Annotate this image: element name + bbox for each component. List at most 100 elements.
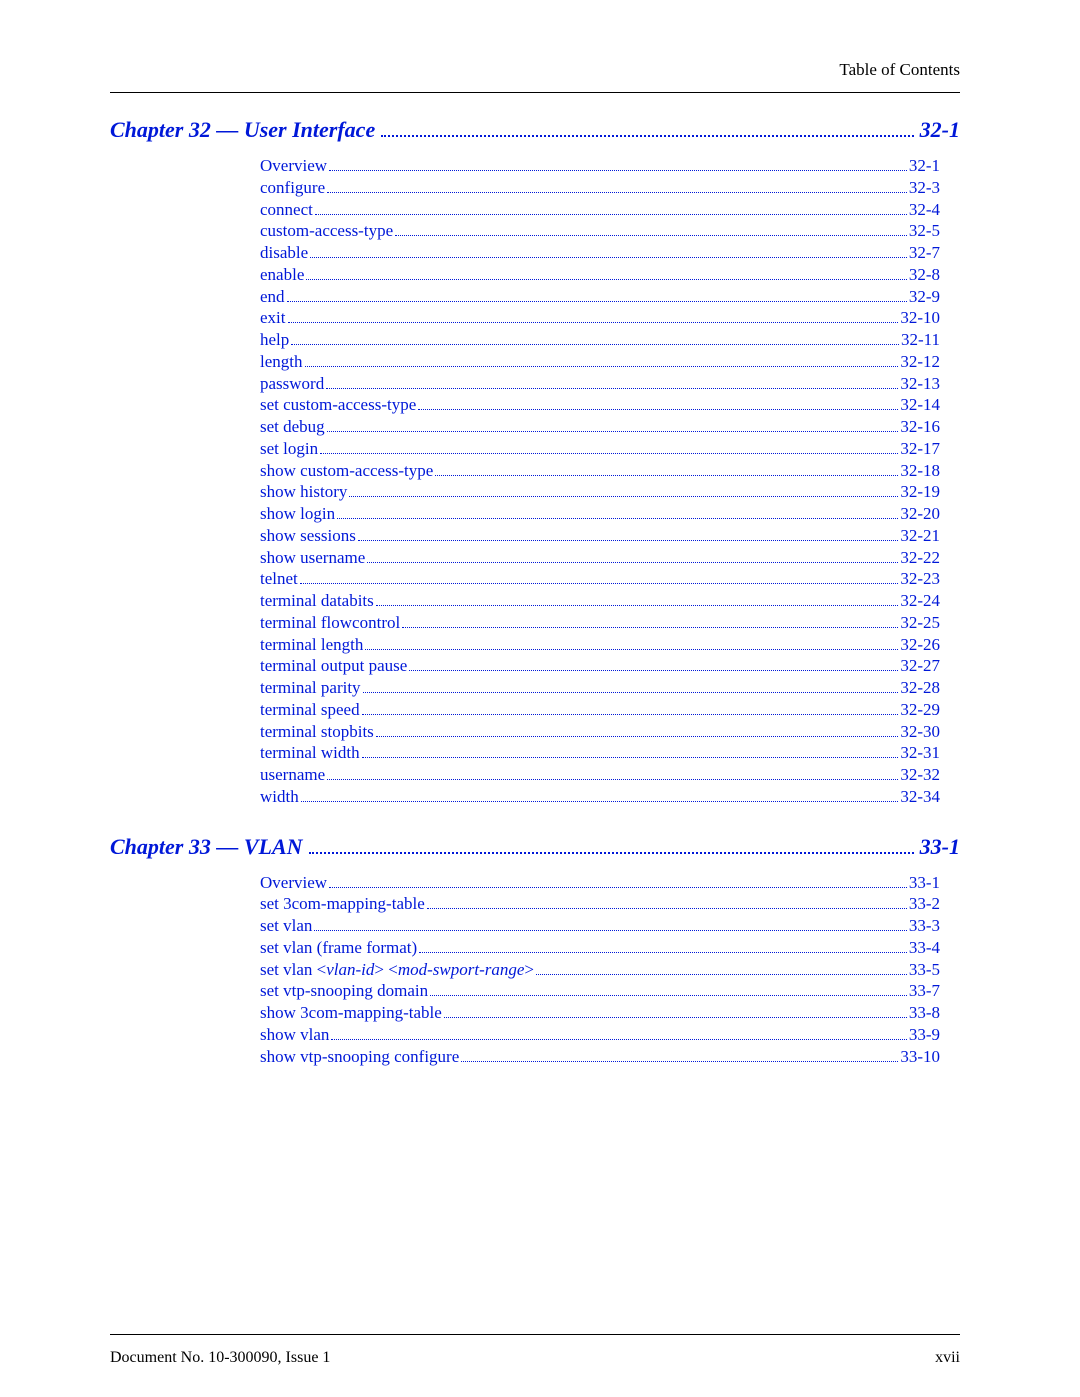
entry-title: terminal output pause bbox=[260, 655, 407, 677]
entry-title: custom-access-type bbox=[260, 220, 393, 242]
entry-dots bbox=[358, 540, 898, 541]
entry-dots bbox=[329, 170, 907, 171]
entry-dots bbox=[444, 1017, 907, 1018]
toc-entry[interactable]: set vlan (frame format)33-4 bbox=[260, 937, 940, 959]
toc-entry[interactable]: Overview32-1 bbox=[260, 155, 940, 177]
toc-entry[interactable]: terminal speed32-29 bbox=[260, 699, 940, 721]
entry-page: 32-4 bbox=[909, 199, 940, 221]
entry-dots bbox=[327, 192, 907, 193]
toc-entry[interactable]: set debug32-16 bbox=[260, 416, 940, 438]
toc-entry[interactable]: connect32-4 bbox=[260, 199, 940, 221]
toc-entry[interactable]: username32-32 bbox=[260, 764, 940, 786]
entry-page: 33-9 bbox=[909, 1024, 940, 1046]
toc-entry[interactable]: set vlan 33-3 bbox=[260, 915, 940, 937]
entry-dots bbox=[327, 431, 899, 432]
toc-entry[interactable]: help32-11 bbox=[260, 329, 940, 351]
toc-entry[interactable]: Overview33-1 bbox=[260, 872, 940, 894]
toc-entry[interactable]: set custom-access-type32-14 bbox=[260, 394, 940, 416]
toc-entry[interactable]: terminal length32-26 bbox=[260, 634, 940, 656]
toc-entry[interactable]: configure32-3 bbox=[260, 177, 940, 199]
entry-dots bbox=[306, 279, 906, 280]
toc-entry[interactable]: terminal width32-31 bbox=[260, 742, 940, 764]
entry-title: enable bbox=[260, 264, 304, 286]
toc-entry[interactable]: show username 32-22 bbox=[260, 547, 940, 569]
toc-entry[interactable]: show sessions 32-21 bbox=[260, 525, 940, 547]
toc-entry[interactable]: terminal parity32-28 bbox=[260, 677, 940, 699]
entry-page: 32-21 bbox=[900, 525, 940, 547]
entry-dots bbox=[331, 1039, 906, 1040]
toc-entry[interactable]: show 3com-mapping-table33-8 bbox=[260, 1002, 940, 1024]
toc-entry[interactable]: enable32-8 bbox=[260, 264, 940, 286]
entry-page: 32-22 bbox=[900, 547, 940, 569]
entry-page: 32-10 bbox=[900, 307, 940, 329]
entry-page: 33-10 bbox=[900, 1046, 940, 1068]
toc-entry[interactable]: terminal stopbits32-30 bbox=[260, 721, 940, 743]
entry-dots bbox=[402, 627, 898, 628]
toc-entry[interactable]: password32-13 bbox=[260, 373, 940, 395]
toc-entry[interactable]: show history32-19 bbox=[260, 481, 940, 503]
entry-page: 32-14 bbox=[900, 394, 940, 416]
toc-entry[interactable]: exit32-10 bbox=[260, 307, 940, 329]
entry-title: terminal stopbits bbox=[260, 721, 374, 743]
chapter-title: Chapter 33 — VLAN bbox=[110, 834, 303, 860]
entry-page: 32-29 bbox=[900, 699, 940, 721]
entry-page: 32-18 bbox=[900, 460, 940, 482]
entry-dots bbox=[536, 974, 907, 975]
entry-dots bbox=[314, 930, 906, 931]
chapter-dots bbox=[309, 852, 914, 854]
toc-entry[interactable]: length32-12 bbox=[260, 351, 940, 373]
entry-title: width bbox=[260, 786, 299, 808]
entry-title: terminal databits bbox=[260, 590, 374, 612]
entry-title: set login bbox=[260, 438, 318, 460]
entry-page: 32-7 bbox=[909, 242, 940, 264]
entry-dots bbox=[435, 475, 898, 476]
toc-entry[interactable]: show vtp-snooping configure33-10 bbox=[260, 1046, 940, 1068]
toc-entry[interactable]: show custom-access-type 32-18 bbox=[260, 460, 940, 482]
toc-entry[interactable]: set login32-17 bbox=[260, 438, 940, 460]
entry-dots bbox=[409, 670, 898, 671]
entry-dots bbox=[367, 562, 898, 563]
entry-title: terminal flowcontrol bbox=[260, 612, 400, 634]
header-label: Table of Contents bbox=[110, 60, 960, 80]
entry-dots bbox=[363, 692, 899, 693]
entry-list: Overview33-1set 3com-mapping-table33-2se… bbox=[260, 872, 940, 1068]
toc-entry[interactable]: end32-9 bbox=[260, 286, 940, 308]
toc-entry[interactable]: telnet32-23 bbox=[260, 568, 940, 590]
top-rule bbox=[110, 92, 960, 93]
entry-dots bbox=[427, 908, 907, 909]
entry-title: password bbox=[260, 373, 324, 395]
entry-title: set vlan bbox=[260, 915, 312, 937]
toc-entry[interactable]: show login32-20 bbox=[260, 503, 940, 525]
toc-entry[interactable]: set vtp-snooping domain33-7 bbox=[260, 980, 940, 1002]
entry-dots bbox=[418, 409, 898, 410]
toc-entry[interactable]: show vlan 33-9 bbox=[260, 1024, 940, 1046]
chapter-page: 32-1 bbox=[920, 117, 960, 143]
chapter-row[interactable]: Chapter 33 — VLAN33-1 bbox=[110, 834, 960, 860]
entry-dots bbox=[301, 801, 899, 802]
entry-page: 32-20 bbox=[900, 503, 940, 525]
entry-title: Overview bbox=[260, 872, 327, 894]
toc-entry[interactable]: terminal flowcontrol32-25 bbox=[260, 612, 940, 634]
toc-entry[interactable]: set vlan <vlan-id> <mod-swport-range>33-… bbox=[260, 959, 940, 981]
toc-entry[interactable]: set 3com-mapping-table33-2 bbox=[260, 893, 940, 915]
entry-page: 32-9 bbox=[909, 286, 940, 308]
entry-dots bbox=[291, 344, 899, 345]
toc-entry[interactable]: terminal output pause 32-27 bbox=[260, 655, 940, 677]
entry-page: 32-26 bbox=[900, 634, 940, 656]
toc-entry[interactable]: custom-access-type32-5 bbox=[260, 220, 940, 242]
footer-left: Document No. 10-300090, Issue 1 bbox=[110, 1349, 330, 1367]
entry-dots bbox=[300, 583, 899, 584]
toc-entry[interactable]: disable32-7 bbox=[260, 242, 940, 264]
entry-title: show vlan bbox=[260, 1024, 329, 1046]
toc-entry[interactable]: terminal databits32-24 bbox=[260, 590, 940, 612]
entry-title: show username bbox=[260, 547, 365, 569]
entry-title: show custom-access-type bbox=[260, 460, 433, 482]
entry-page: 32-27 bbox=[900, 655, 940, 677]
entry-dots bbox=[349, 496, 898, 497]
entry-page: 33-3 bbox=[909, 915, 940, 937]
entry-title: show sessions bbox=[260, 525, 356, 547]
entry-page: 32-16 bbox=[900, 416, 940, 438]
entry-page: 32-3 bbox=[909, 177, 940, 199]
chapter-row[interactable]: Chapter 32 — User Interface32-1 bbox=[110, 117, 960, 143]
toc-entry[interactable]: width32-34 bbox=[260, 786, 940, 808]
